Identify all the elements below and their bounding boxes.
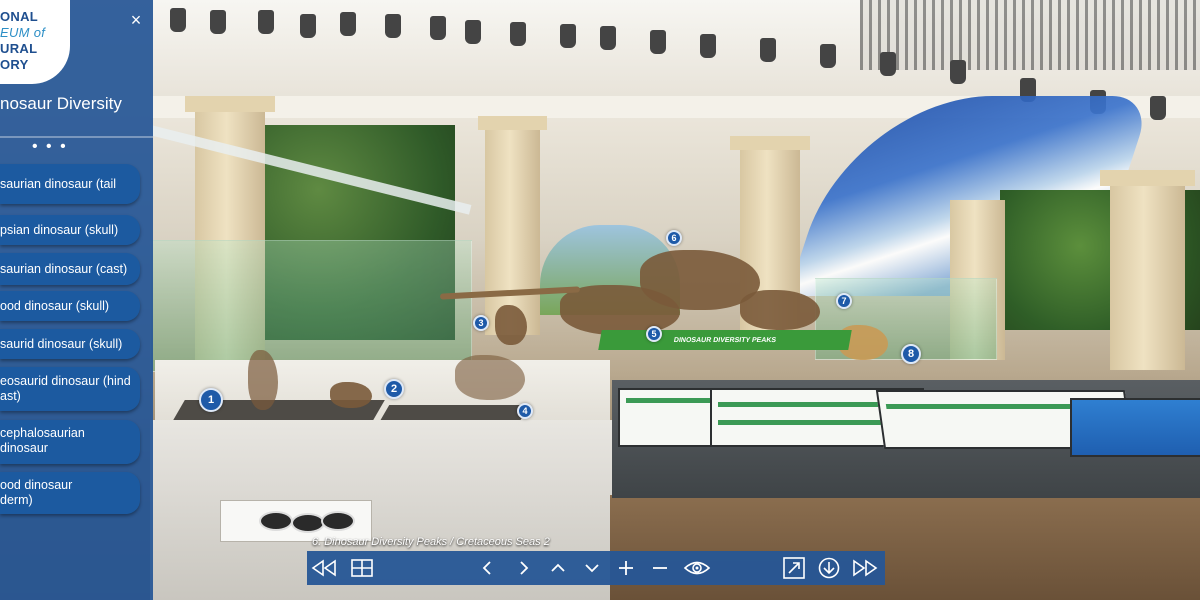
spotlight <box>600 26 616 50</box>
hotspot-marker[interactable]: 3 <box>473 315 489 331</box>
spotlight <box>385 14 401 38</box>
spotlight <box>510 22 526 46</box>
museum-logo: ONAL EUM of URAL ORY <box>0 0 70 84</box>
scene-caption: 6. Dinosaur Diversity Peaks / Cretaceous… <box>312 536 550 548</box>
panorama-view[interactable]: DINOSAUR DIVERSITY PEAKS 1 2 3 4 5 6 7 8 <box>0 0 1200 600</box>
footprint <box>321 511 355 531</box>
hotspot-number: 5 <box>651 329 657 339</box>
close-icon[interactable]: × <box>126 10 146 30</box>
spotlight <box>760 38 776 62</box>
ceiling-vent <box>860 0 1200 70</box>
spotlight <box>950 60 966 84</box>
sidebar-item[interactable]: saurian dinosaur (tail <box>0 164 140 204</box>
spotlight <box>1150 96 1166 120</box>
column-capital <box>185 96 275 112</box>
pan-up-icon[interactable] <box>543 551 573 585</box>
logo-text: EUM of <box>0 25 46 40</box>
logo-text: ORY <box>0 57 29 72</box>
hotspot-number: 4 <box>522 406 528 416</box>
hotspot-marker[interactable]: 1 <box>199 388 223 412</box>
sidebar-item[interactable]: saurid dinosaur (skull) <box>0 329 140 359</box>
hotspot-number: 8 <box>907 348 915 360</box>
hotspot-number: 3 <box>478 318 484 328</box>
hotspot-number: 7 <box>841 296 847 306</box>
spotlight <box>210 10 226 34</box>
column-capital <box>478 116 547 130</box>
glass-wall <box>150 240 472 372</box>
sidebar-item[interactable]: psian dinosaur (skull) <box>0 215 140 245</box>
sidebar-item-label: saurian dinosaur (cast) <box>0 261 128 276</box>
zoom-out-icon[interactable] <box>645 551 675 585</box>
footprint <box>259 511 293 531</box>
spotlight <box>650 30 666 54</box>
column-capital <box>1100 170 1195 186</box>
footprint <box>291 513 325 533</box>
hotspot-number: 2 <box>390 383 398 395</box>
spotlight <box>170 8 186 32</box>
spotlight <box>700 34 716 58</box>
hotspot-marker[interactable]: 5 <box>646 326 662 342</box>
exhibit-sign: DINOSAUR DIVERSITY PEAKS <box>598 330 852 350</box>
divider <box>0 136 153 138</box>
small-dinosaur-skeleton <box>455 355 525 400</box>
spotlight <box>880 52 896 76</box>
sidebar-item[interactable]: saurian dinosaur (cast) <box>0 253 140 285</box>
fullscreen-icon[interactable] <box>779 551 809 585</box>
sidebar-item[interactable]: cephalosaurian dinosaur <box>0 420 140 464</box>
download-icon[interactable] <box>814 551 844 585</box>
hotspot-number: 1 <box>207 394 215 406</box>
sidebar-item[interactable]: ood dinosaur derm) <box>0 472 140 514</box>
fast-forward-icon[interactable] <box>850 551 880 585</box>
column <box>485 120 540 335</box>
logo-text: URAL <box>0 41 38 56</box>
fossil-skull <box>330 382 372 408</box>
sidebar-item-label: ood dinosaur derm) <box>0 478 73 507</box>
dinosaur-skull <box>740 290 820 330</box>
viewer-toolbar <box>307 551 885 585</box>
fossil-skull <box>495 305 527 345</box>
sidebar-item[interactable]: eosaurid dinosaur (hind ast) <box>0 367 140 411</box>
exhibit-sign-text: DINOSAUR DIVERSITY PEAKS <box>673 336 777 344</box>
hotspot-marker[interactable]: 7 <box>836 293 852 309</box>
spotlight <box>820 44 836 68</box>
logo-text: ONAL <box>0 9 39 24</box>
zoom-in-icon[interactable] <box>611 551 641 585</box>
sidebar-item-label: saurian dinosaur (tail <box>0 176 117 191</box>
sidebar-item[interactable]: ood dinosaur (skull) <box>0 291 140 321</box>
hotspot-marker[interactable]: 8 <box>901 344 921 364</box>
hotspot-marker[interactable]: 2 <box>384 379 404 399</box>
sidebar-item-label: saurid dinosaur (skull) <box>0 336 123 351</box>
more-options-button[interactable]: • • • <box>32 138 68 156</box>
sidebar-item-label: cephalosaurian dinosaur <box>0 426 85 455</box>
map-screen[interactable] <box>1070 398 1200 457</box>
spotlight <box>465 20 481 44</box>
sidebar-title: nosaur Diversity <box>0 94 122 113</box>
sidebar-item-label: ood dinosaur (skull) <box>0 298 110 313</box>
eye-icon[interactable] <box>679 551 715 585</box>
column-capital <box>730 136 810 150</box>
info-screen[interactable] <box>618 388 722 447</box>
spotlight <box>430 16 446 40</box>
hotspot-marker[interactable]: 6 <box>666 230 682 246</box>
spotlight <box>340 12 356 36</box>
rewind-icon[interactable] <box>309 551 339 585</box>
spotlight <box>560 24 576 48</box>
column <box>1110 180 1185 370</box>
sidebar-item-label: eosaurid dinosaur (hind ast) <box>0 374 131 403</box>
spotlight <box>300 14 316 38</box>
hotspot-marker[interactable]: 4 <box>517 403 533 419</box>
tour-sidebar: ONAL EUM of URAL ORY × nosaur Diversity … <box>0 0 153 600</box>
sidebar-item-label: psian dinosaur (skull) <box>0 222 119 237</box>
grid-icon[interactable] <box>347 551 377 585</box>
pan-down-icon[interactable] <box>577 551 607 585</box>
spotlight <box>258 10 274 34</box>
hotspot-number: 6 <box>671 233 677 243</box>
pan-right-icon[interactable] <box>509 551 539 585</box>
pan-left-icon[interactable] <box>472 551 502 585</box>
